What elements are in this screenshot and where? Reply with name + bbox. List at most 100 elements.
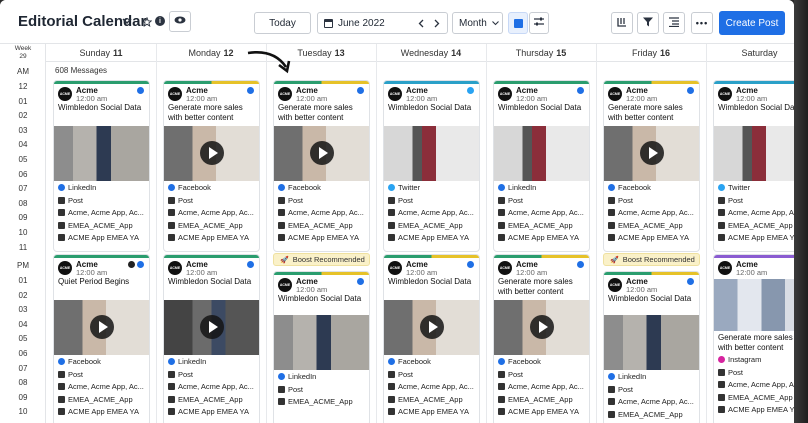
post-card[interactable]: ACME Acme 12:00 am Generate more sales with… [273, 80, 370, 252]
accounts-list: Acme, Acme App, Ac... [718, 380, 794, 389]
avatar: ACME [718, 261, 732, 275]
avatar: ACME [608, 278, 622, 292]
post-image[interactable] [54, 300, 149, 355]
info-icon[interactable]: i [155, 16, 165, 26]
filter-button[interactable] [637, 12, 659, 34]
post-card[interactable]: ACME Acme 12:00 am Wimbledon Social Data Lin… [53, 80, 150, 252]
post-image[interactable] [164, 126, 259, 181]
accounts-list-text: Acme, Acme App, Ac... [398, 382, 474, 391]
avatar: ACME [278, 87, 292, 101]
campaign-name: ACME App EMEA YA [58, 407, 139, 416]
network-label: Facebook [388, 357, 431, 366]
column-divider [156, 44, 157, 423]
toggle-visibility-button[interactable] [169, 11, 191, 32]
network-badge-icon [467, 261, 474, 268]
day-header[interactable]: Thursday 15 [486, 44, 596, 62]
campaign-tag: EMEA_ACME_App [168, 395, 243, 404]
campaign-name-icon [498, 408, 505, 415]
prev-month-icon[interactable] [416, 17, 426, 29]
chevron-down-icon[interactable] [121, 15, 133, 27]
post-type-icon [58, 196, 65, 204]
post-image[interactable] [274, 126, 369, 181]
boost-label: Boost Recommended [622, 255, 695, 264]
boost-recommended-banner[interactable]: 🚀 Boost Recommended [603, 253, 700, 266]
day-header[interactable]: Sunday 11 [46, 44, 156, 62]
accounts-list-text: Acme, Acme App, Ac... [508, 382, 584, 391]
post-image[interactable] [714, 279, 794, 331]
post-image[interactable] [384, 300, 479, 355]
post-card[interactable]: ACME Acme 12:00 am Wimbledon Social Data Twi… [713, 80, 794, 252]
network-label: Facebook [168, 183, 211, 192]
post-image[interactable] [604, 315, 699, 370]
more-options-button[interactable]: ••• [691, 12, 713, 34]
week-grid: Week 29 AM 12 01 02 03 04 05 06 07 08 09 10 11 PM 01… [0, 44, 794, 423]
post-time: 12:00 am [186, 268, 218, 277]
campaign-tag-text: EMEA_ACME_App [178, 394, 243, 404]
campaign-tag: EMEA_ACME_App [498, 395, 573, 404]
post-image[interactable] [494, 300, 589, 355]
post-image[interactable] [384, 126, 479, 181]
columns-button[interactable] [611, 12, 633, 34]
post-image[interactable] [164, 300, 259, 355]
play-icon[interactable] [420, 315, 444, 339]
play-icon[interactable] [310, 141, 334, 165]
day-header[interactable]: Wednesday 14 [376, 44, 486, 62]
post-time: 12:00 am [736, 268, 768, 277]
post-type-text: Post [618, 195, 634, 205]
post-type: Post [498, 370, 523, 379]
play-icon[interactable] [530, 315, 554, 339]
campaign-name-text: ACME App EMEA YA [398, 407, 470, 416]
post-card[interactable]: ACME Acme 12:00 am Generate more sales with… [163, 80, 260, 252]
day-header[interactable]: Saturday [706, 44, 794, 62]
campaign-name-icon [608, 234, 615, 241]
network-label: LinkedIn [498, 183, 536, 192]
post-card[interactable]: ACME Acme 12:00 am Generate more sales with… [493, 254, 590, 423]
post-type: Post [498, 196, 523, 205]
campaign-tag: EMEA_ACME_App [498, 221, 573, 230]
campaign-tag: EMEA_ACME_App [608, 221, 683, 230]
next-month-icon[interactable] [432, 17, 442, 29]
post-card[interactable]: ACME Acme 12:00 am Wimbledon Social Data Lin… [493, 80, 590, 252]
boost-recommended-banner[interactable]: 🚀 Boost Recommended [273, 253, 370, 266]
post-image[interactable] [54, 126, 149, 181]
post-image[interactable] [714, 126, 794, 181]
post-card[interactable]: ACME Acme 12:00 am Wimbledon Social Data Lin… [603, 271, 700, 423]
post-image[interactable] [274, 315, 369, 370]
post-type: Post [278, 196, 303, 205]
post-type-icon [608, 385, 615, 393]
post-card[interactable]: ACME Acme 12:00 am Generate more sales with… [603, 80, 700, 252]
play-icon[interactable] [90, 315, 114, 339]
today-button[interactable]: Today [254, 12, 311, 34]
column-divider [486, 44, 487, 423]
post-card[interactable]: ACME Acme 12:00 am Generate more sales with… [713, 254, 794, 423]
date-picker[interactable]: June 2022 [317, 12, 448, 34]
star-icon[interactable] [141, 16, 152, 27]
play-icon[interactable] [640, 141, 664, 165]
post-card[interactable]: ACME Acme 12:00 am Quiet Period Begins Faceb… [53, 254, 150, 423]
day-header[interactable]: Friday 16 [596, 44, 706, 62]
accounts-list-text: Acme, Acme App, Ac... [178, 208, 254, 217]
calendar-view-toggle[interactable] [508, 12, 528, 34]
day-name: Friday [631, 47, 657, 58]
post-type-text: Post [288, 384, 304, 394]
post-card[interactable]: ACME Acme 12:00 am Wimbledon Social Data Fac… [383, 254, 480, 423]
campaign-name: ACME App EMEA YA [718, 405, 794, 414]
avatar: ACME [608, 87, 622, 101]
post-card[interactable]: ACME Acme 12:00 am Wimbledon Social Data Twi… [383, 80, 480, 252]
create-post-button[interactable]: Create Post [719, 11, 785, 35]
post-card[interactable]: ACME Acme 12:00 am Wimbledon Social Data Lin… [163, 254, 260, 423]
view-select[interactable]: Month [452, 12, 503, 34]
filter-view-toggle[interactable] [529, 12, 549, 34]
list-settings-button[interactable] [663, 12, 685, 34]
calendar-header: Editorial Calendar i Today June 2022 Mon… [0, 0, 794, 44]
post-text: Wimbledon Social Data [388, 277, 472, 286]
play-icon[interactable] [200, 141, 224, 165]
post-image[interactable] [604, 126, 699, 181]
day-number: 12 [223, 47, 234, 58]
play-icon[interactable] [200, 315, 224, 339]
campaign-name-text: ACME App EMEA YA [728, 405, 794, 414]
post-type: Post [608, 196, 633, 205]
post-image[interactable] [494, 126, 589, 181]
post-card[interactable]: ACME Acme 12:00 am Wimbledon Social Data Lin… [273, 271, 370, 423]
post-type-text: Post [398, 369, 414, 379]
